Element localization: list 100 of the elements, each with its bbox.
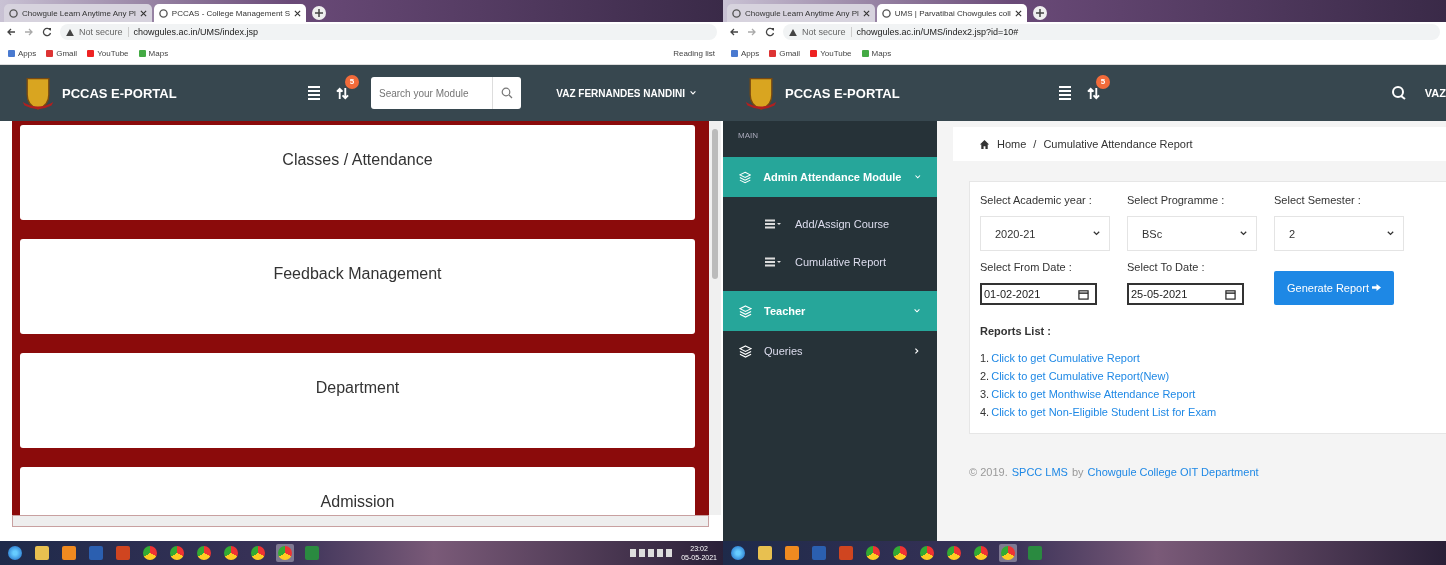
reload-icon[interactable] [765, 27, 775, 37]
chevron-down-icon [1239, 229, 1248, 238]
page-icon [881, 8, 891, 18]
submenu-item[interactable]: Add/Assign Course [723, 205, 937, 243]
browser-tab[interactable]: Chowgule Learn Anytime Any Pl [727, 4, 875, 22]
close-icon[interactable] [862, 9, 870, 17]
report-link[interactable]: Click to get Cumulative Report(New) [991, 367, 1170, 385]
submenu-item[interactable]: Cumulative Report [723, 243, 937, 281]
list-number: 1. [980, 351, 990, 366]
footer-link[interactable]: SPCC LMS [1011, 466, 1068, 478]
bookmark[interactable]: Maps [861, 48, 892, 58]
browser-icon[interactable] [945, 544, 963, 562]
browser-icon[interactable] [891, 544, 909, 562]
address-bar[interactable]: Not secure chowgules.ac.in/UMS/index2.jsp?id=10# [783, 24, 1440, 40]
list-icon [765, 257, 781, 267]
report-link[interactable]: Click to get Non-Eligible Student List for Exam [991, 403, 1217, 421]
generate-report-button[interactable]: Generate Report [1274, 271, 1394, 305]
warning-icon [789, 28, 797, 36]
bookmark[interactable]: Maps [138, 48, 169, 58]
crest-logo-icon [743, 75, 779, 111]
user-menu[interactable]: VAZ FERNANDES NANDINI [556, 87, 697, 99]
module-card[interactable]: Classes / Attendance [20, 125, 695, 220]
bookmark[interactable]: YouTube [810, 48, 852, 58]
reload-icon[interactable] [42, 27, 52, 37]
close-icon[interactable] [1014, 9, 1022, 17]
module-card[interactable]: Feedback Management [20, 239, 695, 334]
reading-list[interactable]: Reading list [673, 48, 715, 58]
browser-icon[interactable] [195, 544, 213, 562]
page-icon [158, 8, 168, 18]
bookmark[interactable]: YouTube [87, 48, 129, 58]
browser-icon[interactable] [249, 544, 267, 562]
browser-tab[interactable]: Chowgule Learn Anytime Any Pl [4, 4, 152, 22]
back-icon[interactable] [6, 27, 16, 37]
chevron-down-icon [913, 307, 921, 315]
field-label: Select Semester : [1274, 194, 1362, 206]
module-card[interactable]: Department [20, 353, 695, 448]
browser-icon[interactable] [972, 544, 990, 562]
dropdown[interactable]: 2020-21 [980, 216, 1110, 251]
browser-tab[interactable]: PCCAS - College Management S [153, 4, 307, 22]
notification-badge: 5 [345, 74, 359, 89]
dropdown[interactable]: 2 [1274, 216, 1404, 251]
field-label: Select From Date : [980, 261, 1073, 273]
breadcrumb-separator: / [1033, 138, 1037, 150]
footer-link[interactable]: Chowgule College OIT Department [1087, 466, 1259, 478]
layers-icon [739, 344, 752, 358]
field-label: Select To Date : [1127, 261, 1206, 273]
sync-icon[interactable] [1087, 86, 1100, 100]
report-link[interactable]: Click to get Monthwise Attendance Report [991, 385, 1196, 403]
dropdown[interactable]: BSc [1127, 216, 1257, 251]
close-icon[interactable] [294, 9, 302, 17]
menu-icon[interactable] [1059, 86, 1071, 100]
calendar-icon [1078, 288, 1089, 300]
bookmark[interactable]: Gmail [769, 48, 801, 58]
start-orb-icon[interactable] [6, 544, 24, 562]
list-number: 3. [980, 387, 990, 402]
bookmark[interactable]: Gmail [46, 48, 78, 58]
browser-icon[interactable] [168, 544, 186, 562]
report-link[interactable]: Click to get Cumulative Report [991, 349, 1140, 367]
start-orb-icon[interactable] [729, 544, 747, 562]
address-bar[interactable]: Not secure chowgules.ac.in/UMS/index.jsp [60, 24, 717, 40]
menu-icon[interactable] [308, 86, 320, 100]
user-name[interactable]: VAZ [1424, 87, 1446, 99]
notification-badge: 5 [1096, 74, 1110, 89]
portal-title: PCCAS E-PORTAL [785, 85, 900, 101]
crest-logo-icon [20, 75, 56, 111]
back-icon[interactable] [729, 27, 739, 37]
search-field[interactable]: Search your Module [371, 77, 521, 109]
page-icon [732, 8, 741, 18]
page-icon [9, 8, 18, 18]
arrow-right-icon [1372, 283, 1381, 292]
breadcrumb-link[interactable]: Home [997, 138, 1027, 150]
browser-icon[interactable] [141, 544, 159, 562]
search-icon [501, 87, 513, 99]
list-number: 4. [980, 405, 990, 420]
date-field[interactable]: 01-02-2021 [980, 283, 1097, 305]
date-field[interactable]: 25-05-2021 [1127, 283, 1244, 305]
bookmark[interactable]: Apps [731, 48, 760, 58]
bookmark[interactable]: Apps [8, 48, 37, 58]
chevron-right-icon [913, 347, 921, 355]
field-label: Select Academic year : [980, 194, 1093, 206]
new-tab-icon[interactable] [312, 6, 327, 20]
scrollbar[interactable] [709, 121, 721, 515]
tray-icons-drawing [630, 549, 673, 557]
sync-icon[interactable] [336, 86, 349, 100]
sidebar-item[interactable]: Queries [723, 331, 937, 371]
browser-icon[interactable] [222, 544, 240, 562]
breadcrumb-current: Cumulative Attendance Report [1043, 138, 1193, 150]
chevron-down-icon [913, 173, 921, 181]
portal-title: PCCAS E-PORTAL [62, 85, 177, 101]
browser-icon[interactable] [918, 544, 936, 562]
footer-text: by [1071, 466, 1084, 478]
browser-tab[interactable]: UMS | Parvatibai Chowgules coll [876, 4, 1027, 22]
module-card[interactable]: Admission [20, 467, 695, 515]
scrollbar[interactable] [12, 515, 709, 527]
browser-icon[interactable] [864, 544, 882, 562]
home-icon[interactable] [979, 138, 990, 150]
new-tab-icon[interactable] [1032, 6, 1047, 20]
warning-icon [66, 28, 74, 36]
close-icon[interactable] [139, 9, 147, 17]
chevron-down-icon [689, 89, 697, 97]
